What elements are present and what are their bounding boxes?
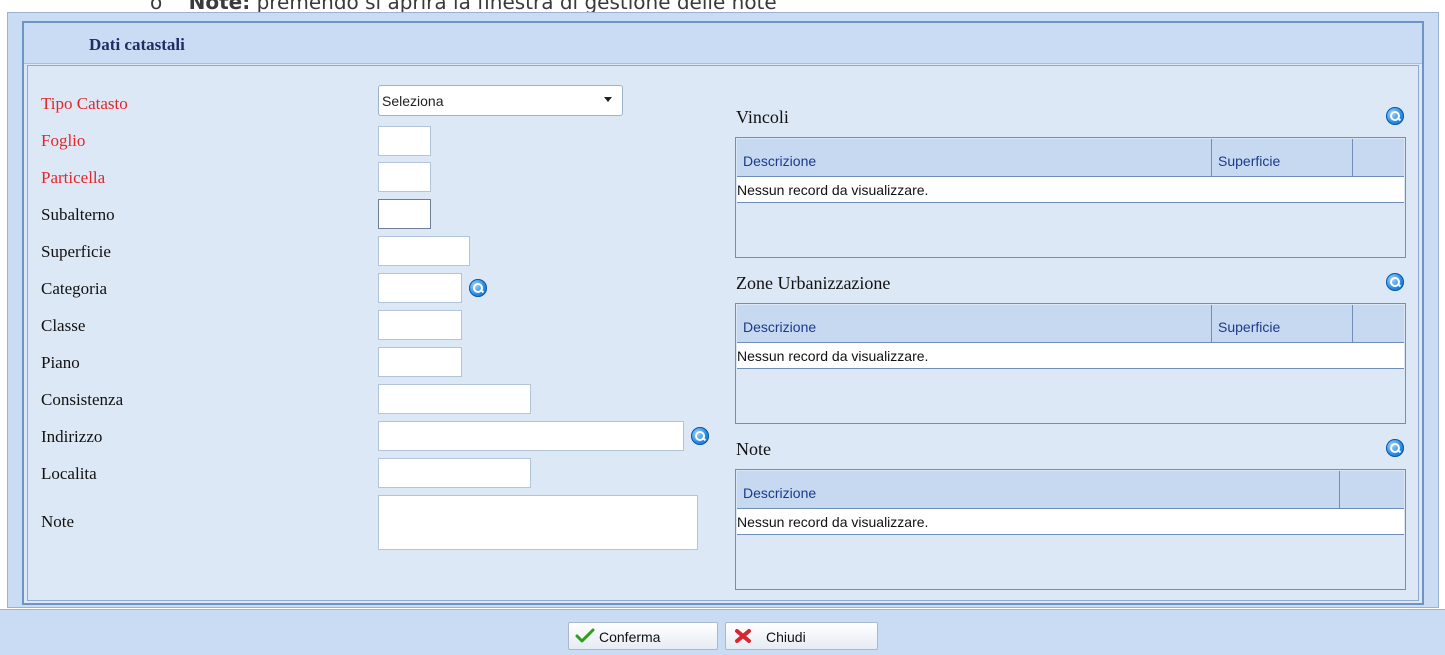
zone-search-icon[interactable] [1386, 273, 1404, 291]
vincoli-col-superficie[interactable]: Superficie [1212, 139, 1353, 176]
categoria-input[interactable] [378, 273, 462, 303]
classe-input[interactable] [378, 310, 462, 340]
particella-label: Particella [41, 168, 106, 187]
note-grid: Descrizione Nessun record da visualizzar… [735, 469, 1406, 590]
dropdown-arrow-icon [604, 97, 612, 102]
panel-title: Dati catastali [89, 35, 185, 54]
tipo-catasto-value: Seleziona [382, 93, 444, 109]
piano-label: Piano [41, 353, 80, 372]
panel-content: Tipo Catasto Seleziona Foglio Particella… [27, 65, 1419, 601]
chiudi-button[interactable]: Chiudi [725, 622, 878, 650]
foglio-label: Foglio [41, 131, 86, 150]
tipo-catasto-label: Tipo Catasto [41, 94, 128, 113]
localita-label: Localita [41, 464, 97, 483]
note-grid-header: Descrizione [737, 471, 1404, 509]
note-textarea[interactable] [378, 495, 698, 550]
panel-header: Dati catastali [24, 23, 1422, 64]
zone-grid-header: Descrizione Superficie [737, 305, 1404, 343]
x-icon [735, 629, 751, 643]
dialog-footer: Conferma Chiudi [0, 609, 1445, 655]
note-grid-title: Note [736, 439, 771, 459]
vincoli-search-icon[interactable] [1386, 107, 1404, 125]
piano-input[interactable] [378, 347, 462, 377]
subalterno-input[interactable] [378, 199, 431, 229]
indirizzo-input[interactable] [378, 421, 684, 451]
superficie-input[interactable] [378, 236, 470, 266]
conferma-label: Conferma [599, 629, 661, 645]
zone-col-descrizione[interactable]: Descrizione [737, 305, 1212, 342]
conferma-button[interactable]: Conferma [568, 622, 718, 650]
zone-empty-row: Nessun record da visualizzare. [737, 343, 1404, 369]
tipo-catasto-select[interactable]: Seleziona [378, 85, 623, 116]
dati-catastali-panel: Dati catastali Tipo Catasto Seleziona Fo… [7, 12, 1439, 608]
indirizzo-search-icon[interactable] [691, 427, 709, 445]
indirizzo-label: Indirizzo [41, 427, 103, 446]
consistenza-label: Consistenza [41, 390, 124, 409]
categoria-search-icon[interactable] [469, 279, 487, 297]
subalterno-label: Subalterno [41, 205, 115, 224]
foglio-input[interactable] [378, 126, 431, 156]
chiudi-label: Chiudi [766, 629, 806, 645]
classe-label: Classe [41, 316, 86, 335]
checkmark-icon [575, 628, 595, 643]
vincoli-empty-row: Nessun record da visualizzare. [737, 177, 1404, 203]
localita-input[interactable] [378, 458, 531, 488]
zone-grid: Descrizione Superficie Nessun record da … [735, 303, 1406, 424]
note-col-descrizione[interactable]: Descrizione [737, 471, 1340, 508]
particella-input[interactable] [378, 162, 431, 192]
zone-title: Zone Urbanizzazione [736, 273, 891, 293]
zone-col-superficie[interactable]: Superficie [1212, 305, 1353, 342]
note-label: Note [41, 512, 75, 531]
vincoli-title: Vincoli [736, 107, 789, 127]
note-empty-row: Nessun record da visualizzare. [737, 509, 1404, 535]
consistenza-input[interactable] [378, 384, 531, 414]
note-search-icon[interactable] [1386, 439, 1404, 457]
superficie-label: Superficie [41, 242, 111, 261]
vincoli-grid: Descrizione Superficie Nessun record da … [735, 137, 1406, 258]
vincoli-col-descrizione[interactable]: Descrizione [737, 139, 1212, 176]
categoria-label: Categoria [41, 279, 108, 298]
vincoli-grid-header: Descrizione Superficie [737, 139, 1404, 177]
panel-frame: Dati catastali Tipo Catasto Seleziona Fo… [22, 21, 1424, 605]
